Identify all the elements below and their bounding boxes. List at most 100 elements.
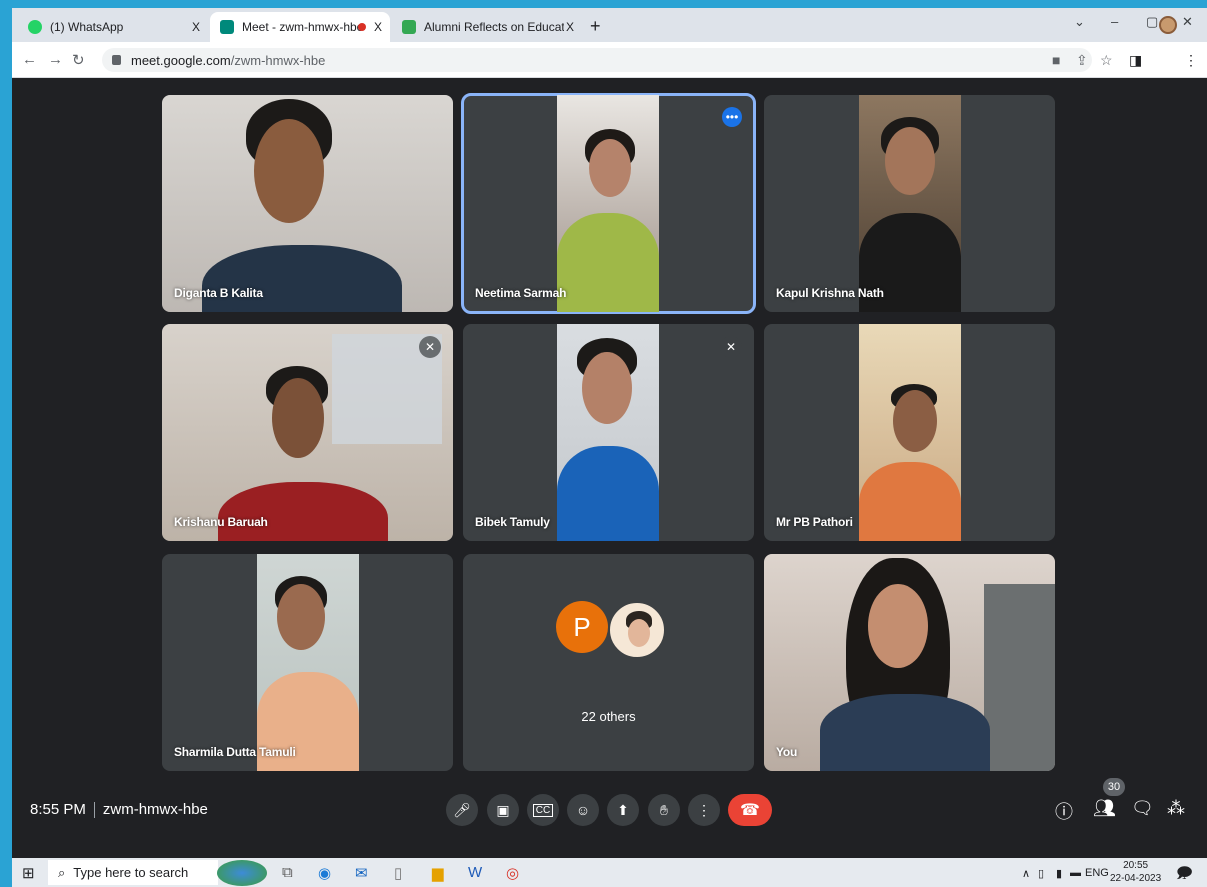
participant-tile[interactable]: ✕ Krishanu Baruah xyxy=(162,324,453,541)
present-icon: ⬆ xyxy=(617,801,629,818)
search-placeholder: Type here to search xyxy=(73,865,189,880)
reload-icon[interactable]: ↻ xyxy=(72,51,85,69)
participant-tile[interactable]: ••• Neetima Sarmah xyxy=(461,93,756,314)
video-feed xyxy=(557,95,659,312)
camera-button[interactable]: ▣ xyxy=(487,794,519,826)
participant-name: Sharmila Dutta Tamuli xyxy=(174,745,296,759)
language-indicator[interactable]: ENG xyxy=(1085,867,1109,879)
tray-overflow-icon[interactable]: ∧ xyxy=(1022,867,1030,880)
browser-toolbar: ← → ↻ meet.google.com/zwm-hmwx-hbe ■ ⇪ ☆… xyxy=(12,42,1207,78)
tab-whatsapp[interactable]: (1) WhatsApp X xyxy=(18,12,208,42)
tab-alumni[interactable]: Alumni Reflects on Education. X xyxy=(392,12,582,42)
participant-tile[interactable]: Mr PB Pathori xyxy=(764,324,1055,541)
participant-tile[interactable]: Kapul Krishna Nath xyxy=(764,95,1055,312)
recording-icon xyxy=(358,23,366,31)
forward-icon[interactable]: → xyxy=(48,51,63,68)
participant-name: Kapul Krishna Nath xyxy=(776,286,884,300)
meeting-info: 8:55 PM zwm-hmwx-hbe xyxy=(30,801,208,819)
activities-icon[interactable]: ⁂ xyxy=(1167,798,1185,819)
window-close-icon[interactable]: ✕ xyxy=(1182,14,1193,30)
participant-tile[interactable]: ✕ Bibek Tamuly xyxy=(463,324,754,541)
meeting-code: zwm-hmwx-hbe xyxy=(102,801,208,818)
lock-icon xyxy=(112,55,121,65)
participant-tile[interactable]: Sharmila Dutta Tamuli xyxy=(162,554,453,771)
hand-icon: ✋︎ xyxy=(660,801,668,818)
chat-icon[interactable]: 🗨︎ xyxy=(1131,798,1154,819)
windows-taskbar: ⊞ ⌕ Type here to search ⧉ ◉ ✉ ▯ ▆ W ◎ ∧ … xyxy=(12,858,1207,887)
windows-start-icon[interactable]: ⊞ xyxy=(22,864,35,882)
participant-name: You xyxy=(776,745,798,759)
address-bar[interactable]: meet.google.com/zwm-hmwx-hbe xyxy=(102,48,1092,72)
captions-button[interactable]: CC xyxy=(527,794,559,826)
more-options-button[interactable]: ⋮ xyxy=(688,794,720,826)
taskbar-search[interactable]: ⌕ Type here to search xyxy=(48,860,218,885)
system-clock[interactable]: 20:55 22-04-2023 xyxy=(1110,859,1161,885)
chrome-icon[interactable]: ◎ xyxy=(506,864,519,882)
file-explorer-icon[interactable]: ▆ xyxy=(432,864,444,882)
leave-call-button[interactable]: ☎︎ xyxy=(728,794,772,826)
weather-widget-icon[interactable] xyxy=(217,860,267,886)
participant-name: Mr PB Pathori xyxy=(776,515,853,529)
minimize-icon[interactable]: – xyxy=(1111,14,1118,29)
info-icon[interactable]: ⓘ xyxy=(1055,798,1073,824)
tab-search-icon[interactable]: ⌄ xyxy=(1074,14,1085,30)
sidebar-icon[interactable]: ◨ xyxy=(1129,52,1142,69)
emoji-button[interactable]: ☺ xyxy=(567,794,599,826)
clock-date: 22-04-2023 xyxy=(1110,873,1162,884)
participant-count-badge: 30 xyxy=(1103,778,1125,796)
task-view-icon[interactable]: ⧉ xyxy=(282,864,293,881)
participant-tile[interactable]: You xyxy=(764,554,1055,771)
emoji-icon: ☺ xyxy=(575,802,591,818)
profile-avatar[interactable] xyxy=(1159,16,1177,34)
present-button[interactable]: ⬆ xyxy=(607,794,639,826)
participant-avatar: P xyxy=(556,601,608,653)
file-icon[interactable]: ▯ xyxy=(394,864,402,882)
tab-strip: (1) WhatsApp X Meet - zwm-hmwx-hbe X Alu… xyxy=(12,8,1207,42)
tray-mic-icon: ▮ xyxy=(1056,868,1063,880)
tab-title: Meet - zwm-hmwx-hbe xyxy=(242,20,364,34)
restore-icon[interactable]: ▢ xyxy=(1146,14,1158,30)
meeting-time: 8:55 PM xyxy=(30,801,86,818)
mail-icon[interactable]: ✉ xyxy=(355,864,368,882)
meet-icon xyxy=(220,20,234,34)
people-icon[interactable]: 👥︎ xyxy=(1093,798,1116,819)
back-icon[interactable]: ← xyxy=(22,51,37,68)
more-vert-icon: ⋮ xyxy=(697,801,711,818)
video-feed xyxy=(257,554,359,771)
edge-icon[interactable]: ◉ xyxy=(318,864,331,882)
word-icon[interactable]: W xyxy=(468,864,482,881)
raise-hand-button[interactable]: ✋︎ xyxy=(648,794,680,826)
whatsapp-icon xyxy=(28,20,42,34)
close-icon[interactable]: X xyxy=(192,20,200,34)
tab-title: Alumni Reflects on Education. xyxy=(424,20,564,34)
participant-avatar xyxy=(608,601,666,659)
video-feed xyxy=(162,324,453,541)
participant-name: Diganta B Kalita xyxy=(174,286,263,300)
captions-icon: CC xyxy=(532,803,554,817)
clock-time: 20:55 xyxy=(1123,860,1149,871)
screen: (1) WhatsApp X Meet - zwm-hmwx-hbe X Alu… xyxy=(12,8,1207,887)
tab-title: (1) WhatsApp xyxy=(50,20,124,34)
participant-name: Neetima Sarmah xyxy=(475,286,567,300)
menu-icon[interactable]: ⋮ xyxy=(1184,52,1198,69)
close-icon[interactable]: X xyxy=(374,20,382,34)
video-feed xyxy=(162,95,453,312)
mic-button[interactable]: 🎤︎ xyxy=(446,794,478,826)
tab-meet[interactable]: Meet - zwm-hmwx-hbe X xyxy=(210,12,390,42)
mic-off-icon: ✕ xyxy=(419,336,441,358)
hang-up-icon: ☎︎ xyxy=(740,802,760,819)
share-icon[interactable]: ⇪ xyxy=(1076,52,1088,69)
notification-count: 1 xyxy=(1182,872,1187,881)
video-feed xyxy=(859,324,961,541)
participant-name: Bibek Tamuly xyxy=(475,515,550,529)
mic-off-icon: ✕ xyxy=(720,336,742,358)
new-tab-button[interactable]: + xyxy=(590,16,601,37)
participant-tile[interactable]: Diganta B Kalita xyxy=(162,95,453,312)
camera-icon[interactable]: ■ xyxy=(1052,52,1060,68)
others-tile[interactable]: P 22 others xyxy=(463,554,754,771)
star-icon[interactable]: ☆ xyxy=(1100,52,1113,69)
more-options-icon[interactable]: ••• xyxy=(722,107,742,127)
close-icon[interactable]: X xyxy=(566,20,574,34)
video-feed xyxy=(557,324,659,541)
search-icon: ⌕ xyxy=(58,864,66,880)
